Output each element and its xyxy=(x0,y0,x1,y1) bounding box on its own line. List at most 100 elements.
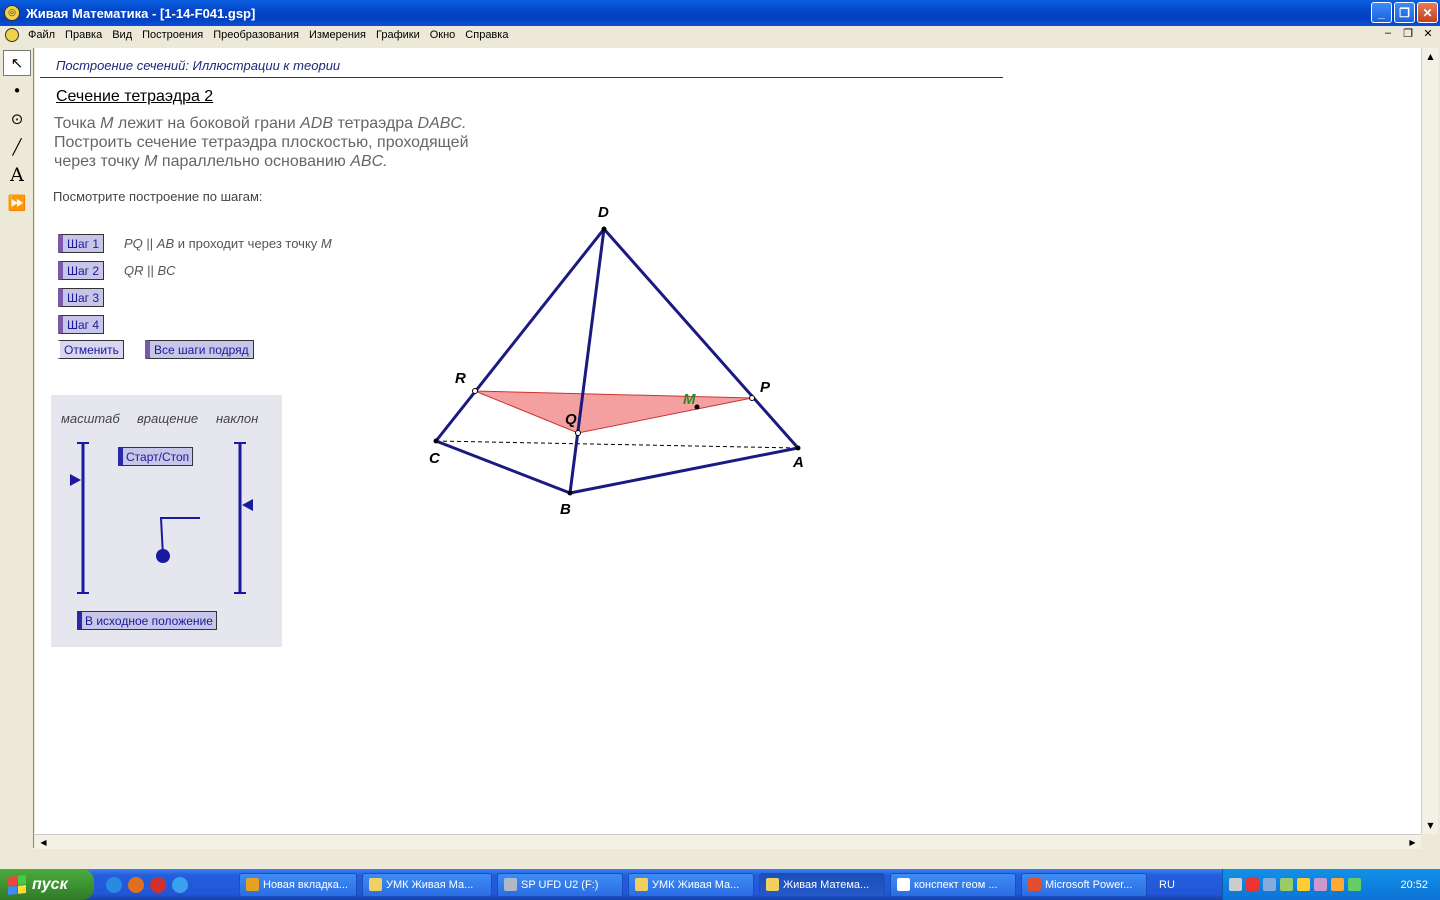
maximize-button[interactable]: ❐ xyxy=(1394,2,1415,23)
menu-view[interactable]: Вид xyxy=(107,29,137,41)
scroll-down-icon[interactable]: ▼ xyxy=(1422,817,1439,834)
sketch-canvas[interactable]: Построение сечений: Иллюстрации к теории… xyxy=(35,48,1421,834)
folder-icon xyxy=(369,878,382,891)
edge-db[interactable] xyxy=(568,228,606,494)
usb-icon[interactable] xyxy=(1263,878,1276,891)
menu-edit[interactable]: Правка xyxy=(60,29,107,41)
point-a[interactable] xyxy=(795,445,801,451)
doc-restore-button[interactable]: ❐ xyxy=(1400,27,1416,40)
label-m: M xyxy=(683,391,696,408)
taskbar-item-label: конспект геом ... xyxy=(914,878,998,891)
toolbox: ↖ • ⊙ ╱ A ⏩ xyxy=(0,48,34,848)
status-bar xyxy=(0,849,1440,869)
menu-window[interactable]: Окно xyxy=(425,29,461,41)
start-label: пуск xyxy=(32,875,68,893)
horizontal-scrollbar[interactable]: ◀ ▶ xyxy=(35,834,1421,849)
compass-tool-icon[interactable]: ⊙ xyxy=(3,106,31,132)
point-c[interactable] xyxy=(433,438,439,444)
scroll-left-icon[interactable]: ◀ xyxy=(35,835,52,850)
windows-flag-icon xyxy=(8,874,26,895)
close-button[interactable]: ✕ xyxy=(1417,2,1438,23)
language-indicator[interactable]: RU xyxy=(1159,879,1175,891)
drive-icon xyxy=(504,878,517,891)
taskbar-item-label: Живая Матема... xyxy=(783,878,870,891)
taskbar-item-label: УМК Живая Ма... xyxy=(652,878,740,891)
chrome-icon[interactable] xyxy=(106,876,122,893)
minimize-button[interactable]: _ xyxy=(1371,2,1392,23)
word-icon xyxy=(897,878,910,891)
label-d: D xyxy=(598,204,609,221)
point-b[interactable] xyxy=(567,490,573,496)
document-window-controls: – ❐ ✕ xyxy=(1380,27,1436,40)
taskbar-item-label: Новая вкладка... xyxy=(263,878,348,891)
point-p[interactable] xyxy=(749,395,755,401)
doc-minimize-button[interactable]: – xyxy=(1380,27,1396,40)
taskbar-item-label: SP UFD U2 (F:) xyxy=(521,878,599,891)
opera-icon[interactable] xyxy=(150,876,166,893)
edge-cb[interactable] xyxy=(435,439,571,495)
network-icon[interactable] xyxy=(1229,878,1242,891)
section-triangle[interactable] xyxy=(474,390,753,434)
menu-transform[interactable]: Преобразования xyxy=(208,29,304,41)
label-c: C xyxy=(429,450,441,467)
gsp-icon xyxy=(766,878,779,891)
menu-measure[interactable]: Измерения xyxy=(304,29,371,41)
browser-icon xyxy=(246,878,259,891)
gsp-icon xyxy=(635,878,648,891)
menu-graph[interactable]: Графики xyxy=(371,29,425,41)
taskbar: пуск Новая вкладка... УМК Живая Ма... SP… xyxy=(0,869,1440,900)
taskbar-item-powerpoint[interactable]: Microsoft Power... xyxy=(1021,872,1147,897)
menu-construct[interactable]: Построения xyxy=(137,29,208,41)
straightedge-tool-icon[interactable]: ╱ xyxy=(3,134,31,160)
doc-close-button[interactable]: ✕ xyxy=(1420,27,1436,40)
start-button[interactable]: пуск xyxy=(0,869,94,900)
tray-app-icon[interactable] xyxy=(1314,878,1327,891)
taskbar-item-folder[interactable]: УМК Живая Ма... xyxy=(362,872,492,897)
point-r[interactable] xyxy=(472,388,478,394)
volume-icon[interactable] xyxy=(1331,878,1344,891)
point-d[interactable] xyxy=(601,226,607,232)
label-p: P xyxy=(760,379,771,396)
vertical-scrollbar[interactable]: ▲ ▼ xyxy=(1421,48,1438,834)
wifi-icon[interactable] xyxy=(1280,878,1293,891)
system-tray: 20:52 xyxy=(1222,869,1440,900)
powerpoint-icon xyxy=(1028,878,1041,891)
ie-icon[interactable] xyxy=(172,876,188,893)
label-q: Q xyxy=(565,411,577,428)
app-icon[interactable]: ◎ xyxy=(4,5,20,21)
menu-file[interactable]: Файл xyxy=(23,29,60,41)
window-title: Живая Математика - [1-14-F041.gsp] xyxy=(26,5,256,21)
point-tool-icon[interactable]: • xyxy=(3,78,31,104)
security-icon[interactable] xyxy=(1348,878,1361,891)
tetrahedron-figure: D R P Q M C A B xyxy=(429,204,804,518)
taskbar-item-word[interactable]: конспект геом ... xyxy=(890,872,1016,897)
custom-tool-icon[interactable]: ⏩ xyxy=(3,190,31,216)
document-icon[interactable] xyxy=(5,28,19,42)
text-tool-icon[interactable]: A xyxy=(3,162,31,188)
taskbar-item-gsp-1[interactable]: УМК Живая Ма... xyxy=(628,872,754,897)
firefox-icon[interactable] xyxy=(128,876,144,893)
label-a: A xyxy=(792,454,804,471)
edge-ba[interactable] xyxy=(569,446,799,495)
scroll-up-icon[interactable]: ▲ xyxy=(1422,48,1439,65)
menu-bar: Файл Правка Вид Построения Преобразовани… xyxy=(0,26,1440,44)
taskbar-item-label: УМК Живая Ма... xyxy=(386,878,474,891)
taskbar-item-browser[interactable]: Новая вкладка... xyxy=(239,872,357,897)
desktop: ◎ Живая Математика - [1-14-F041.gsp] _ ❐… xyxy=(0,0,1440,900)
menu-help[interactable]: Справка xyxy=(460,29,513,41)
antivirus-icon[interactable] xyxy=(1297,878,1310,891)
clock[interactable]: 20:52 xyxy=(1400,879,1428,891)
window-controls: _ ❐ ✕ xyxy=(1371,2,1438,23)
taskbar-item-drive[interactable]: SP UFD U2 (F:) xyxy=(497,872,623,897)
title-bar[interactable]: ◎ Живая Математика - [1-14-F041.gsp] _ ❐… xyxy=(0,0,1440,26)
label-b: B xyxy=(560,501,571,518)
taskbar-item-label: Microsoft Power... xyxy=(1045,878,1133,891)
label-r: R xyxy=(455,370,466,387)
flag-ru-icon[interactable] xyxy=(1246,878,1259,891)
scroll-right-icon[interactable]: ▶ xyxy=(1404,835,1421,850)
taskbar-item-gsp-2[interactable]: Живая Матема... xyxy=(759,872,885,897)
point-q[interactable] xyxy=(575,430,581,436)
select-arrow-tool-icon[interactable]: ↖ xyxy=(3,50,31,76)
quick-launch xyxy=(106,876,234,893)
hidden-edge-ca[interactable] xyxy=(435,440,799,449)
